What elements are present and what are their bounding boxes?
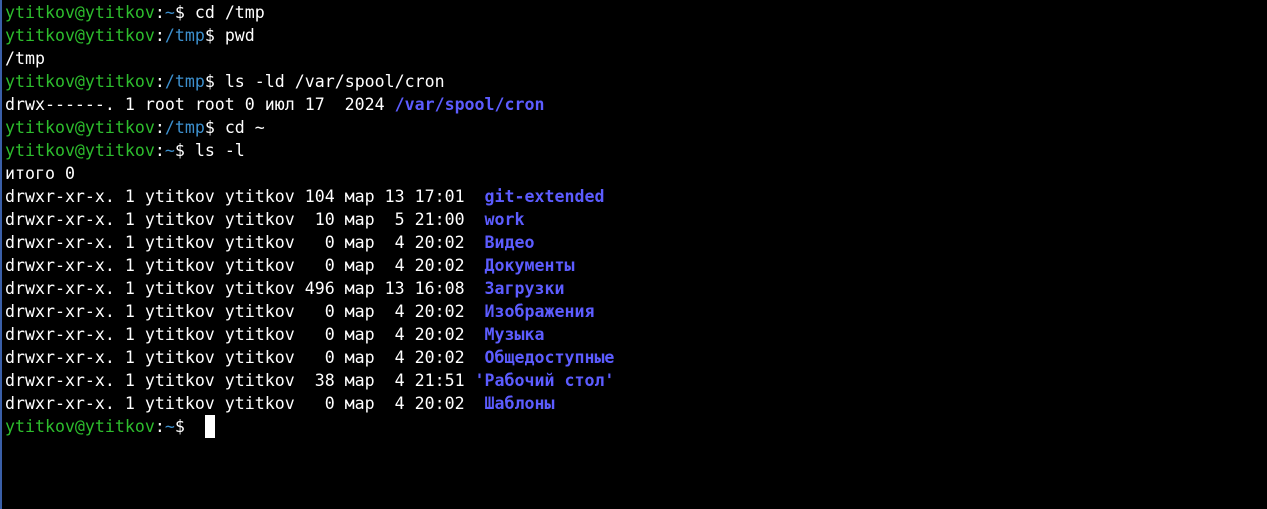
- directory-name: Видео: [484, 233, 535, 252]
- terminal-window[interactable]: ytitkov@ytitkov:~$ cd /tmp ytitkov@ytitko…: [0, 0, 1267, 509]
- listing-row: drwxr-xr-x. 1 ytitkov ytitkov 0 мар 4 20…: [5, 392, 614, 415]
- prompt-separator: :: [154, 141, 165, 160]
- listing-meta: drwxr-xr-x. 1 ytitkov ytitkov 0 мар 4 20…: [5, 302, 485, 321]
- prompt-user-host: ytitkov@ytitkov: [5, 118, 155, 137]
- output-line: /tmp: [5, 47, 614, 70]
- prompt-path: ~: [164, 3, 175, 22]
- listing-meta: drwxr-xr-x. 1 ytitkov ytitkov 104 мар 13…: [5, 187, 485, 206]
- prompt-user-host: ytitkov@ytitkov: [5, 3, 155, 22]
- prompt-user-host: ytitkov@ytitkov: [5, 72, 155, 91]
- listing-row: drwxr-xr-x. 1 ytitkov ytitkov 0 мар 4 20…: [5, 346, 614, 369]
- prompt-dollar: $: [174, 141, 185, 160]
- output-line: итого 0: [5, 162, 614, 185]
- prompt-user-host: ytitkov@ytitkov: [5, 141, 155, 160]
- directory-name: Музыка: [484, 325, 545, 344]
- listing-meta: drwx------. 1 root root 0 июл 17 2024: [5, 95, 395, 114]
- listing-row: drwx------. 1 root root 0 июл 17 2024 /v…: [5, 93, 614, 116]
- directory-name: Шаблоны: [484, 394, 555, 413]
- directory-name: 'Рабочий стол': [474, 371, 615, 390]
- prompt-separator: :: [154, 118, 165, 137]
- output-text: итого 0: [5, 164, 75, 183]
- prompt-line: ytitkov@ytitkov:~$ ls -l: [5, 139, 614, 162]
- command-text: cd /tmp: [184, 3, 265, 22]
- listing-meta: drwxr-xr-x. 1 ytitkov ytitkov 0 мар 4 20…: [5, 256, 485, 275]
- prompt-path: /tmp: [164, 26, 205, 45]
- prompt-user-host: ytitkov@ytitkov: [5, 417, 155, 436]
- prompt-path: /tmp: [164, 72, 205, 91]
- listing-row: drwxr-xr-x. 1 ytitkov ytitkov 10 мар 5 2…: [5, 208, 614, 231]
- prompt-line: ytitkov@ytitkov:/tmp$ cd ~: [5, 116, 614, 139]
- text-cursor: [204, 415, 215, 438]
- prompt-path: ~: [164, 417, 175, 436]
- listing-meta: drwxr-xr-x. 1 ytitkov ytitkov 496 мар 13…: [5, 279, 485, 298]
- listing-meta: drwxr-xr-x. 1 ytitkov ytitkov 38 мар 4 2…: [5, 371, 475, 390]
- prompt-path: /tmp: [164, 118, 205, 137]
- prompt-separator: :: [154, 3, 165, 22]
- command-input[interactable]: [185, 417, 195, 436]
- directory-name: Общедоступные: [484, 348, 615, 367]
- prompt-line: ytitkov@ytitkov:~$ cd /tmp: [5, 1, 614, 24]
- prompt-dollar: $: [204, 72, 215, 91]
- directory-name: /var/spool/cron: [394, 95, 545, 114]
- listing-row: drwxr-xr-x. 1 ytitkov ytitkov 0 мар 4 20…: [5, 231, 614, 254]
- prompt-line: ytitkov@ytitkov:~$: [5, 415, 614, 438]
- directory-name: git-extended: [484, 187, 605, 206]
- prompt-dollar: $: [204, 26, 215, 45]
- output-text: /tmp: [5, 49, 45, 68]
- directory-name: Загрузки: [484, 279, 565, 298]
- command-text: pwd: [214, 26, 255, 45]
- listing-meta: drwxr-xr-x. 1 ytitkov ytitkov 0 мар 4 20…: [5, 233, 485, 252]
- listing-row: drwxr-xr-x. 1 ytitkov ytitkov 38 мар 4 2…: [5, 369, 614, 392]
- terminal-output: ytitkov@ytitkov:~$ cd /tmp ytitkov@ytitko…: [5, 1, 614, 438]
- listing-meta: drwxr-xr-x. 1 ytitkov ytitkov 0 мар 4 20…: [5, 394, 485, 413]
- listing-row: drwxr-xr-x. 1 ytitkov ytitkov 0 мар 4 20…: [5, 254, 614, 277]
- prompt-user-host: ytitkov@ytitkov: [5, 26, 155, 45]
- command-text: cd ~: [214, 118, 265, 137]
- command-text: ls -ld /var/spool/cron: [214, 72, 445, 91]
- listing-row: drwxr-xr-x. 1 ytitkov ytitkov 104 мар 13…: [5, 185, 614, 208]
- listing-row: drwxr-xr-x. 1 ytitkov ytitkov 496 мар 13…: [5, 277, 614, 300]
- prompt-separator: :: [154, 417, 165, 436]
- directory-name: Изображения: [484, 302, 595, 321]
- listing-meta: drwxr-xr-x. 1 ytitkov ytitkov 0 мар 4 20…: [5, 325, 485, 344]
- directory-name: Документы: [484, 256, 575, 275]
- prompt-path: ~: [164, 141, 175, 160]
- listing-row: drwxr-xr-x. 1 ytitkov ytitkov 0 мар 4 20…: [5, 300, 614, 323]
- directory-name: work: [484, 210, 525, 229]
- prompt-separator: :: [154, 26, 165, 45]
- prompt-line: ytitkov@ytitkov:/tmp$ pwd: [5, 24, 614, 47]
- listing-meta: drwxr-xr-x. 1 ytitkov ytitkov 0 мар 4 20…: [5, 348, 485, 367]
- command-text: ls -l: [184, 141, 245, 160]
- prompt-dollar: $: [174, 417, 185, 436]
- listing-row: drwxr-xr-x. 1 ytitkov ytitkov 0 мар 4 20…: [5, 323, 614, 346]
- prompt-line: ytitkov@ytitkov:/tmp$ ls -ld /var/spool/…: [5, 70, 614, 93]
- listing-meta: drwxr-xr-x. 1 ytitkov ytitkov 10 мар 5 2…: [5, 210, 485, 229]
- prompt-dollar: $: [204, 118, 215, 137]
- prompt-separator: :: [154, 72, 165, 91]
- prompt-dollar: $: [174, 3, 185, 22]
